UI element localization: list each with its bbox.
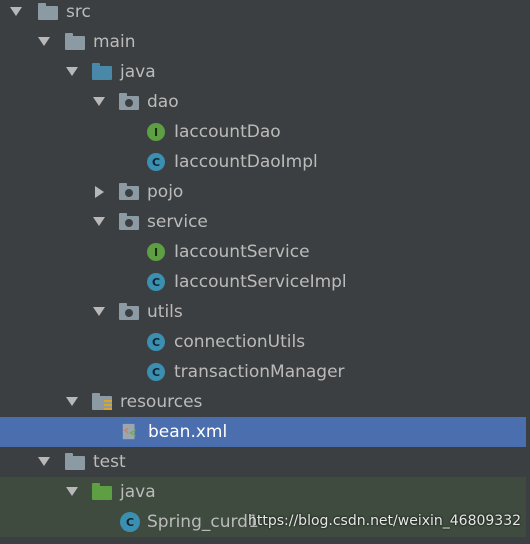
tree-label: service [147, 212, 208, 232]
class-icon: C [147, 273, 165, 291]
tree-row-pojo[interactable]: pojo [0, 177, 526, 207]
package-icon [119, 213, 139, 230]
expand-arrow-icon[interactable] [66, 487, 78, 496]
folder-icon [65, 33, 85, 50]
expand-arrow-icon[interactable] [38, 457, 50, 466]
tree-label: transactionManager [174, 362, 345, 382]
tree-label: bean.xml [148, 422, 228, 442]
tree-label: resources [120, 392, 203, 412]
folder-icon [65, 453, 85, 470]
expand-arrow-icon[interactable] [66, 67, 78, 76]
tree-row-dao[interactable]: dao [0, 87, 526, 117]
tree-row-test-java[interactable]: java [0, 477, 526, 507]
tree-row-service[interactable]: service [0, 207, 526, 237]
tree-label: IaccountDaoImpl [174, 152, 318, 172]
tree-label: IaccountDao [174, 122, 281, 142]
interface-icon: I [147, 123, 165, 141]
expand-arrow-icon[interactable] [93, 307, 105, 316]
tree-label: java [120, 62, 156, 82]
class-icon: C [147, 333, 165, 351]
tree-row-utils[interactable]: utils [0, 297, 526, 327]
tree-label: Spring_curd1 [147, 512, 259, 532]
expand-arrow-icon[interactable] [10, 7, 22, 16]
tree-row-iaccountserviceimpl[interactable]: C IaccountServiceImpl [0, 267, 526, 297]
test-source-folder-icon [92, 483, 112, 500]
xml-file-icon [122, 423, 136, 440]
folder-icon [38, 3, 58, 20]
source-folder-icon [92, 63, 112, 80]
resources-folder-icon [92, 393, 112, 410]
class-icon: C [147, 153, 165, 171]
package-icon [119, 303, 139, 320]
expand-arrow-icon[interactable] [38, 37, 50, 46]
tree-label: src [66, 2, 91, 22]
tree-row-test[interactable]: test [0, 447, 526, 477]
tree-row-bean-xml[interactable]: bean.xml [0, 417, 526, 447]
tree-row-transactionmanager[interactable]: C transactionManager [0, 357, 526, 387]
tree-label: test [93, 452, 126, 472]
collapse-arrow-icon[interactable] [95, 186, 104, 198]
tree-label: IaccountService [174, 242, 310, 262]
tree-label: pojo [147, 182, 184, 202]
tree-label: dao [147, 92, 179, 112]
tree-label: java [120, 482, 156, 502]
spring-class-icon: C [120, 512, 140, 532]
tree-row-src[interactable]: src [0, 0, 526, 27]
expand-arrow-icon[interactable] [93, 217, 105, 226]
watermark: https://blog.csdn.net/weixin_46809332 [248, 513, 522, 529]
tree-row-resources[interactable]: resources [0, 387, 526, 417]
tree-row-iaccountservice[interactable]: I IaccountService [0, 237, 526, 267]
tree-label: utils [147, 302, 183, 322]
interface-icon: I [147, 243, 165, 261]
tree-row-main[interactable]: main [0, 27, 526, 57]
tree-label: IaccountServiceImpl [174, 272, 347, 292]
tree-row-java[interactable]: java [0, 57, 526, 87]
tree-row-iaccountdao[interactable]: I IaccountDao [0, 117, 526, 147]
package-icon [119, 183, 139, 200]
expand-arrow-icon[interactable] [66, 397, 78, 406]
tree-row-connectionutils[interactable]: C connectionUtils [0, 327, 526, 357]
tree-row-iaccountdaoimpl[interactable]: C IaccountDaoImpl [0, 147, 526, 177]
expand-arrow-icon[interactable] [93, 97, 105, 106]
package-icon [119, 93, 139, 110]
tree-label: main [93, 32, 136, 52]
class-icon: C [147, 363, 165, 381]
tree-label: connectionUtils [174, 332, 306, 352]
